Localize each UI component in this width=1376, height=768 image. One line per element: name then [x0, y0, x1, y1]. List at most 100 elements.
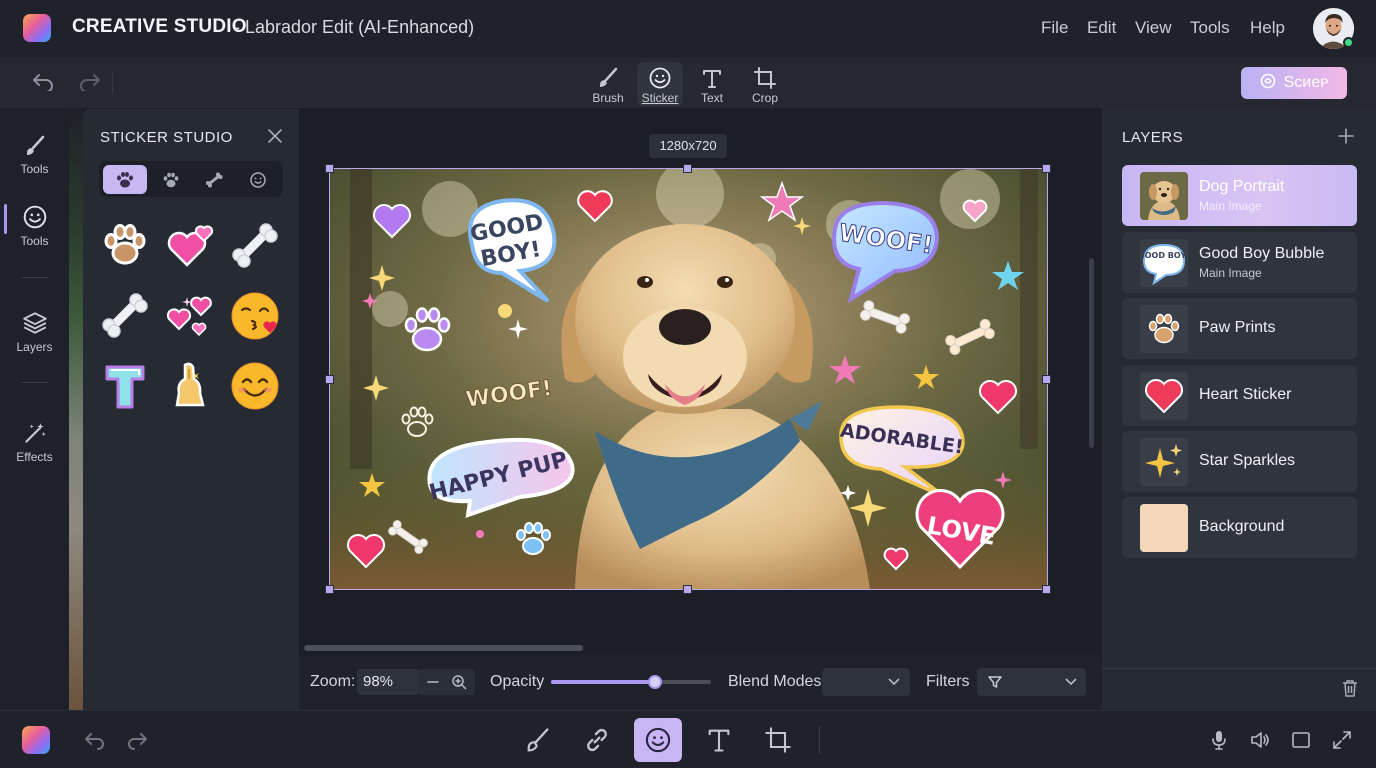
microphone-icon	[1212, 731, 1226, 750]
layer-good-boy-bubble[interactable]: GOOD BOY! Good Boy Bubble Main Image	[1122, 232, 1357, 293]
dock-app-logo[interactable]	[22, 726, 50, 754]
top-toolbar	[0, 57, 1376, 108]
resize-handle-top[interactable]	[683, 164, 692, 173]
add-layer-button[interactable]	[1337, 127, 1355, 145]
dock-fullscreen-button[interactable]	[1331, 729, 1353, 751]
rail-item-layers[interactable]: Layers	[0, 310, 69, 354]
layer-dog-portrait[interactable]: Dog Portrait Main Image	[1122, 165, 1357, 226]
filters-select[interactable]	[977, 668, 1086, 696]
sticker-paw[interactable]	[98, 219, 152, 273]
zoom-in-button[interactable]	[451, 674, 467, 690]
layer-subtitle: Main Image	[1199, 266, 1262, 280]
layer-background[interactable]: Background	[1122, 497, 1357, 558]
sticker-bone[interactable]	[228, 219, 282, 273]
save-icon	[1260, 73, 1276, 89]
dock-window-button[interactable]	[1290, 729, 1312, 751]
sticker-studio-title: STICKER STUDIO	[100, 129, 233, 146]
close-icon	[268, 129, 282, 143]
layers-title: LAYERS	[1122, 129, 1184, 146]
dock-brush-button[interactable]	[520, 722, 556, 758]
smiley-icon	[250, 172, 266, 188]
menu-edit[interactable]: Edit	[1087, 18, 1116, 38]
brush-icon	[600, 67, 618, 87]
sticker-fist[interactable]	[163, 359, 217, 413]
layer-name: Dog Portrait	[1199, 178, 1285, 195]
menu-file[interactable]: File	[1041, 18, 1068, 38]
layer-star-sparkles[interactable]: Star Sparkles	[1122, 431, 1357, 492]
speaker-icon	[1251, 732, 1269, 748]
tool-brush[interactable]: Brush	[585, 62, 631, 106]
resize-handle-top-left[interactable]	[325, 164, 334, 173]
undo-icon	[33, 74, 53, 91]
layer-name: Background	[1199, 518, 1285, 535]
sticker-kiss-emoji[interactable]	[228, 289, 282, 343]
resize-handle-right[interactable]	[1042, 375, 1051, 384]
rail-item-effects[interactable]: Effects	[0, 420, 69, 464]
bone-icon	[206, 172, 223, 188]
dock-crop-button[interactable]	[760, 722, 796, 758]
resize-handle-top-right[interactable]	[1042, 164, 1051, 173]
horizontal-scrollbar[interactable]	[304, 645, 583, 651]
chevron-down-icon	[1065, 678, 1077, 686]
opacity-slider-handle[interactable]	[648, 675, 662, 689]
resize-handle-bottom[interactable]	[683, 585, 692, 594]
sticker-smile-emoji[interactable]	[228, 359, 282, 413]
filter-icon	[988, 676, 1002, 688]
zoom-in-icon	[452, 675, 467, 690]
redo-icon	[128, 733, 147, 750]
sticker-letter-t[interactable]	[98, 359, 152, 413]
undo-icon	[85, 733, 104, 750]
canvas-image[interactable]: GOOD BOY! WOOF! WOOF! HAPPY PUP ADORABLE…	[330, 169, 1047, 589]
left-rail	[0, 108, 69, 710]
background-photo-strip	[69, 108, 83, 710]
tool-crop-label: Crop	[751, 91, 778, 105]
rail-item-stickers[interactable]: Tools	[0, 204, 69, 248]
minus-icon	[427, 681, 439, 683]
layer-thumbnail	[1140, 172, 1188, 220]
vertical-scrollbar[interactable]	[1089, 258, 1094, 448]
dock-text-button[interactable]	[701, 722, 737, 758]
delete-layer-button[interactable]	[1341, 678, 1359, 698]
rail-item-tools[interactable]: Tools	[0, 134, 69, 176]
sticker-studio-close-button[interactable]	[267, 128, 283, 144]
menu-view[interactable]: View	[1135, 18, 1172, 38]
layer-paw-prints[interactable]: Paw Prints	[1122, 298, 1357, 359]
paw-icon	[1148, 313, 1180, 344]
save-button[interactable]: Sᴄᴎeᴘ	[1241, 67, 1347, 99]
sticker-tab-dog[interactable]	[149, 165, 193, 194]
sticker-hearts[interactable]	[163, 219, 217, 273]
layer-heart-sticker[interactable]: Heart Sticker	[1122, 365, 1357, 426]
sticker-bone[interactable]	[98, 289, 152, 343]
resize-handle-bottom-right[interactable]	[1042, 585, 1051, 594]
dock-undo-button[interactable]	[84, 729, 106, 751]
blend-mode-select[interactable]	[822, 668, 910, 696]
layer-thumbnail-text: GOOD BOY!	[1140, 251, 1188, 260]
tool-text[interactable]: Text	[689, 62, 735, 106]
zoom-out-button[interactable]	[425, 674, 441, 690]
resize-handle-left[interactable]	[325, 375, 334, 384]
brush-icon	[26, 135, 44, 155]
layer-thumbnail	[1140, 438, 1188, 486]
undo-button[interactable]	[32, 71, 54, 91]
dock-audio-button[interactable]	[1249, 729, 1271, 751]
text-icon	[703, 70, 721, 88]
sticker-sparkle-hearts[interactable]	[163, 289, 217, 343]
document-title: - Labrador Edit (AI-Enhanced)	[234, 17, 475, 37]
zoom-input[interactable]: 98%	[357, 669, 419, 695]
sticker-tab-smiley[interactable]	[236, 165, 280, 194]
resize-handle-bottom-left[interactable]	[325, 585, 334, 594]
opacity-label: Opacity	[490, 673, 545, 690]
dock-redo-button[interactable]	[126, 729, 148, 751]
sticker-tab-bone[interactable]	[192, 165, 236, 194]
brush-icon	[527, 728, 549, 752]
redo-button[interactable]	[79, 71, 101, 91]
menu-help[interactable]: Help	[1250, 18, 1285, 38]
sticker-tab-paw[interactable]	[103, 165, 147, 194]
dog-icon	[163, 172, 179, 188]
dock-mic-button[interactable]	[1208, 729, 1230, 751]
dock-link-button[interactable]	[579, 722, 615, 758]
dock-sticker-button[interactable]	[634, 718, 682, 762]
tool-sticker[interactable]: Sticker	[637, 62, 683, 106]
menu-tools[interactable]: Tools	[1190, 18, 1230, 38]
tool-crop[interactable]: Crop	[742, 62, 788, 106]
